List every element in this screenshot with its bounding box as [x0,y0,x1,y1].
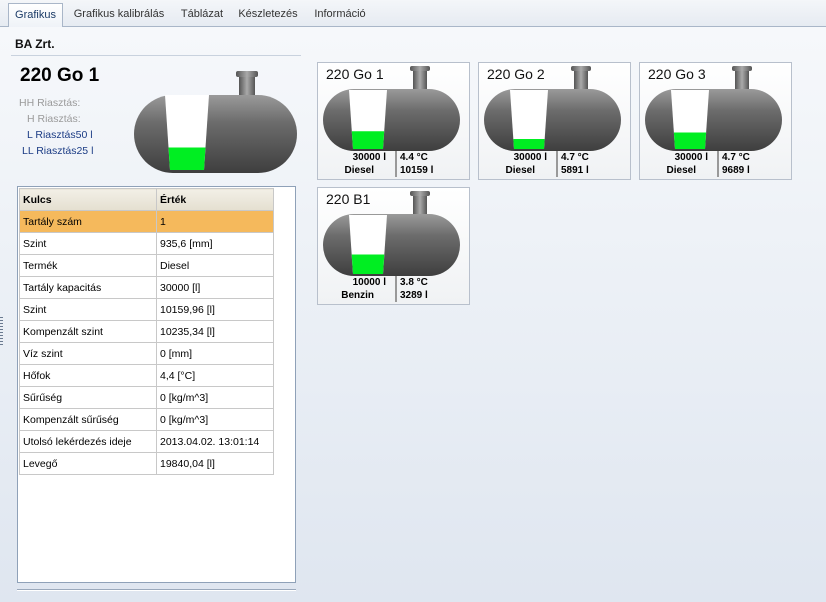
table-cell-key: Sűrűség [19,386,157,409]
table-cell-value: 2013.04.02. 13:01:14 [156,430,274,453]
table-cell-key: Levegő [19,452,157,475]
table-cell-value: 10235,34 [l] [156,320,274,343]
properties-table: Kulcs Érték Tartály szám 1 Szint 935,6 [mm]… [17,186,296,583]
table-row[interactable]: Tartály kapacitás 30000 [l] [19,276,274,299]
tank-temperature: 4.7 °C [561,152,589,163]
alarm-h-label: H Riasztás: [27,113,81,125]
tank-name: 220 B1 [326,191,371,207]
tank-volume: 9689 l [722,165,750,176]
table-cell-value: 1 [156,210,274,233]
table-cell-value: 0 [kg/m^3] [156,386,274,409]
table-row[interactable]: Sűrűség 0 [kg/m^3] [19,386,274,409]
tank-capacity: 30000 l [513,152,547,163]
table-cell-value: 30000 [l] [156,276,274,299]
tank-capacity: 30000 l [674,152,708,163]
tank-name: 220 Go 2 [487,66,545,82]
properties-grid: Kulcs Érték Tartály szám 1 Szint 935,6 [mm]… [19,188,274,475]
table-cell-key: Víz szint [19,342,157,365]
table-cell-value: 0 [kg/m^3] [156,408,274,431]
table-cell-value: 935,6 [mm] [156,232,274,255]
table-cell-value: 10159,96 [l] [156,298,274,321]
tab-keszletezes[interactable]: Készletezés [234,3,302,27]
table-cell-key: Szint [19,298,157,321]
tab-grafikus-kalibralas[interactable]: Grafikus kalibrálás [68,3,170,27]
tab-strip: Grafikus Grafikus kalibrálás Táblázat Ké… [0,0,826,28]
table-cell-key: Szint [19,232,157,255]
scroll-separator [17,589,296,591]
tank-volume: 3289 l [400,290,428,301]
tab-informacio[interactable]: Információ [306,3,374,27]
divider [556,151,558,177]
table-cell-value: 19840,04 [l] [156,452,274,475]
alarm-hh-label: HH Riasztás: [19,97,81,109]
tank-card[interactable]: 220 Go 1 30000 l Diesel 4.4 °C 10159 l [317,62,470,180]
tank-temperature: 3.8 °C [400,277,428,288]
divider [395,276,397,302]
company-name: BA Zrt. [15,37,55,51]
table-cell-key: Termék [19,254,157,277]
tank-temperature: 4.7 °C [722,152,750,163]
table-row[interactable]: Levegő 19840,04 [l] [19,452,274,475]
table-row[interactable]: Tartály szám 1 [19,210,274,233]
table-row[interactable]: Kompenzált szint 10235,34 [l] [19,320,274,343]
table-row[interactable]: Termék Diesel [19,254,274,277]
tank-capacity: 10000 l [352,277,386,288]
tank-product: Benzin [341,290,374,301]
divider [11,55,301,56]
table-cell-value: 4,4 [°C] [156,364,274,387]
table-cell-key: Tartály szám [19,210,157,233]
table-cell-key: Hőfok [19,364,157,387]
tank-volume: 10159 l [400,165,434,176]
tank-card[interactable]: 220 Go 3 30000 l Diesel 4.7 °C 9689 l [639,62,792,180]
tank-capacity: 30000 l [352,152,386,163]
table-cell-key: Kompenzált szint [19,320,157,343]
tab-grafikus[interactable]: Grafikus [8,3,63,28]
divider [717,151,719,177]
table-row[interactable]: Szint 935,6 [mm] [19,232,274,255]
tank-name: 220 Go 1 [326,66,384,82]
divider [395,151,397,177]
selected-tank-title: 220 Go 1 [20,65,100,86]
table-row[interactable]: Kompenzált sűrűség 0 [kg/m^3] [19,408,274,431]
table-cell-key: Utolsó lekérdezés ideje [19,430,157,453]
tab-tablazat[interactable]: Táblázat [174,3,230,27]
table-row[interactable]: Utolsó lekérdezés ideje 2013.04.02. 13:01… [19,430,274,453]
tank-card[interactable]: 220 Go 2 30000 l Diesel 4.7 °C 5891 l [478,62,631,180]
alarm-l-label: L Riasztás50 l [27,129,93,141]
table-cell-key: Tartály kapacitás [19,276,157,299]
tank-product: Diesel [505,165,535,176]
table-row[interactable]: Víz szint 0 [mm] [19,342,274,365]
column-header-key[interactable]: Kulcs [19,188,157,211]
table-row[interactable]: Hőfok 4,4 [°C] [19,364,274,387]
tank-product: Diesel [344,165,374,176]
tank-temperature: 4.4 °C [400,152,428,163]
main-panel: BA Zrt. 220 Go 1 HH Riasztás: H Riasztás… [0,27,826,602]
tank-name: 220 Go 3 [648,66,706,82]
tank-graphic [134,71,297,173]
selected-tank-graphic [134,67,300,180]
table-row[interactable]: Szint 10159,96 [l] [19,298,274,321]
table-cell-value: Diesel [156,254,274,277]
splitter-grip[interactable] [0,317,3,347]
alarm-ll-label: LL Riasztás25 l [22,145,94,157]
tank-product: Diesel [666,165,696,176]
tank-volume: 5891 l [561,165,589,176]
column-header-value[interactable]: Érték [156,188,274,211]
table-cell-key: Kompenzált sűrűség [19,408,157,431]
tank-card[interactable]: 220 B1 10000 l Benzin 3.8 °C 3289 l [317,187,470,305]
table-cell-value: 0 [mm] [156,342,274,365]
